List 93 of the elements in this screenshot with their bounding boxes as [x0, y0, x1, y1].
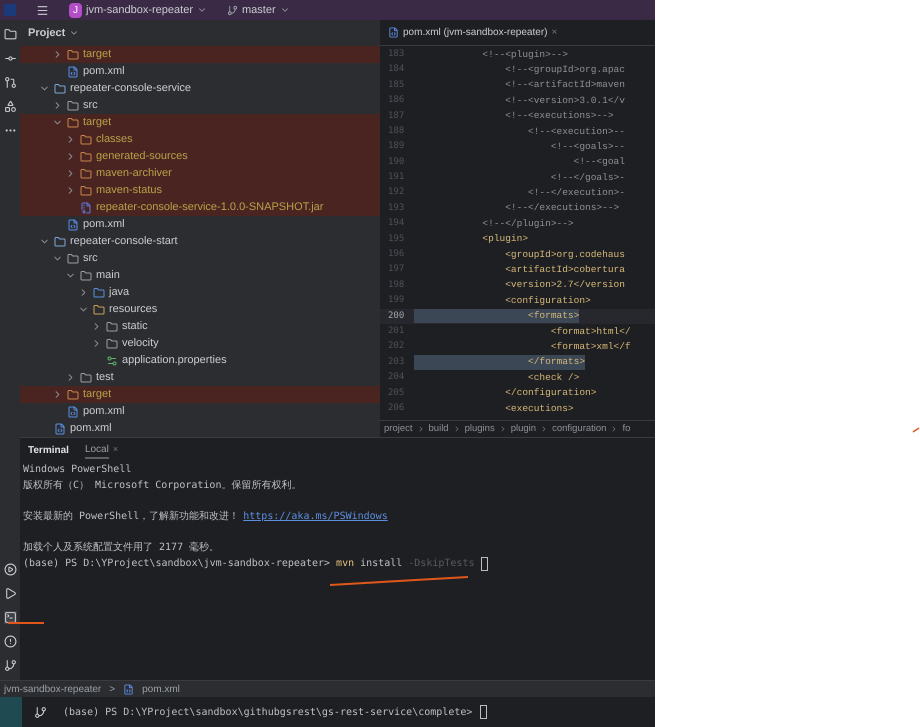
breadcrumb-item[interactable]: plugins [464, 422, 495, 436]
breadcrumb-item[interactable]: project [384, 422, 413, 436]
folder-icon[interactable] [4, 28, 16, 41]
folder-icon [67, 116, 79, 128]
breadcrumb-item[interactable]: fo [622, 422, 630, 436]
folder-icon [67, 388, 79, 400]
status-separator: > [109, 682, 116, 696]
code-file-icon [388, 27, 399, 38]
tree-item[interactable]: pom.xml [20, 63, 380, 80]
annotation-stroke [912, 427, 920, 433]
branch-selector[interactable]: master [227, 2, 290, 18]
git-branch-icon[interactable] [4, 659, 16, 672]
code-file-icon [67, 406, 79, 418]
module-folder-icon [54, 236, 66, 248]
folder-icon [106, 320, 118, 332]
breadcrumb-item[interactable]: configuration [552, 422, 606, 436]
tree-item[interactable]: generated-sources [20, 148, 380, 165]
breadcrumb-item[interactable]: build [428, 422, 449, 436]
tree-item[interactable]: repeater-console-start [20, 233, 380, 250]
breadcrumb-item[interactable]: plugin [510, 422, 536, 436]
text-cursor [480, 557, 488, 572]
pull-request-icon[interactable] [4, 76, 16, 89]
tree-item[interactable]: target [20, 386, 380, 403]
project-selector[interactable]: J jvm-sandbox-repeater [69, 2, 207, 18]
code-file-icon [67, 66, 79, 78]
folder-icon [80, 270, 92, 282]
tree-item[interactable]: static [20, 318, 380, 335]
code-file-icon [123, 684, 134, 694]
folder-icon [80, 184, 92, 196]
tree-item[interactable]: test [20, 369, 380, 386]
menu-icon[interactable] [36, 4, 49, 16]
close-tab-button[interactable]: × [552, 25, 558, 40]
folder-icon [80, 168, 92, 180]
tree-item[interactable]: resources [20, 301, 380, 318]
panel-title[interactable]: Project [28, 24, 66, 42]
git-branch-icon [227, 4, 238, 16]
command-text: mvn [336, 557, 354, 572]
line-number: 200 [387, 310, 406, 323]
folder-icon [67, 48, 79, 60]
tree-item[interactable]: main [20, 267, 380, 284]
tree-item[interactable]: pom.xml [20, 403, 380, 420]
git-branch-icon[interactable] [34, 706, 47, 718]
folder-icon [67, 252, 79, 264]
terminal-link[interactable]: https://aka.ms/PSWindows [243, 509, 388, 525]
project-badge: J [69, 2, 82, 18]
folder-icon [93, 286, 105, 298]
terminal-prompt: (base) PS D:\YProject\sandbox\githubgsrest\gs-rest-service\complete> [63, 706, 472, 720]
terminal-line: 版权所有（C） Microsoft Corporation。保留所有权利。 [23, 478, 302, 493]
folder-icon [106, 338, 118, 350]
tree-item[interactable]: java [20, 284, 380, 301]
app-logo-icon [4, 4, 16, 16]
module-folder-icon [54, 82, 66, 94]
folder-icon [93, 304, 105, 316]
tree-item[interactable]: application.properties [20, 352, 380, 369]
tree-item[interactable]: velocity [20, 335, 380, 352]
photo-placeholder [0, 697, 22, 727]
tree-item[interactable]: repeater-console-service-1.0.0-SNAPSHOT.jar [20, 199, 380, 216]
tree-item[interactable]: maven-archiver [20, 165, 380, 182]
code-file-icon [54, 422, 66, 434]
command-hint: -DskipTests [408, 557, 474, 572]
status-project[interactable]: jvm-sandbox-repeater [4, 682, 102, 696]
terminal-prompt: (base) PS D:\YProject\sandbox\jvm-sandbox-repeater> [23, 557, 330, 572]
play-icon[interactable] [4, 587, 16, 600]
command-argument: install [360, 557, 402, 572]
terminal-icon[interactable] [4, 611, 16, 624]
tree-item[interactable]: src [20, 97, 380, 114]
text-cursor [480, 705, 488, 719]
terminal-tab[interactable]: Local [84, 442, 109, 458]
folder-icon [80, 372, 92, 384]
settings-file-icon [106, 354, 118, 366]
alert-icon[interactable] [4, 635, 16, 648]
tree-item[interactable]: pom.xml [20, 420, 380, 437]
run-circle-icon[interactable] [4, 563, 16, 576]
tree-item[interactable]: maven-status [20, 182, 380, 199]
folder-icon [67, 100, 79, 112]
tree-item[interactable]: pom.xml [20, 216, 380, 233]
terminal-line: 加载个人及系统配置文件用了 2177 毫秒。 [23, 540, 220, 556]
tree-item[interactable]: repeater-console-service [20, 80, 380, 97]
terminal-line: Windows PowerShell [23, 463, 132, 477]
tree-item[interactable]: target [20, 114, 380, 131]
tree-item[interactable]: src [20, 250, 380, 267]
code-file-icon [67, 218, 79, 230]
tree-item[interactable]: classes [20, 131, 380, 148]
tree-item[interactable]: target [20, 46, 380, 63]
terminal-tab[interactable]: Terminal [28, 442, 69, 458]
editor-tab[interactable]: pom.xml (jvm-sandbox-repeater) [388, 25, 548, 40]
folder-icon [80, 150, 92, 162]
terminal-line: 安装最新的 PowerShell，了解新功能和改进！ [23, 510, 240, 524]
archive-file-icon [80, 202, 92, 214]
status-file[interactable]: pom.xml [142, 682, 180, 696]
annotation-stroke [6, 621, 46, 625]
shapes-icon[interactable] [4, 100, 16, 113]
folder-icon [80, 134, 92, 146]
